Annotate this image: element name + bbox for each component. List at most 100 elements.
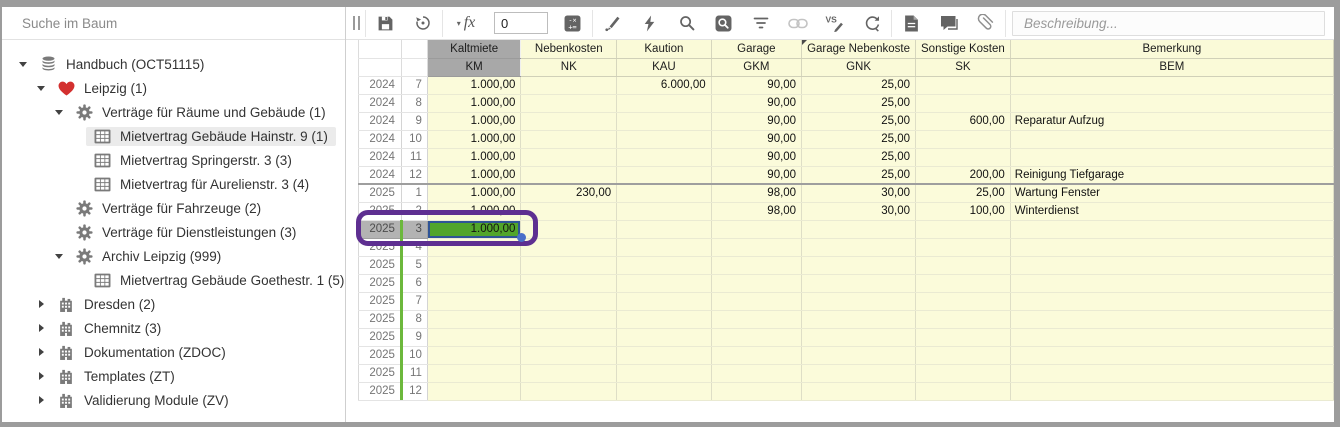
grid-cell[interactable] xyxy=(802,274,916,292)
row-header-year[interactable]: 2025 xyxy=(359,202,402,220)
grid-cell[interactable]: 230,00 xyxy=(521,184,617,202)
grid-cell[interactable] xyxy=(1010,292,1333,310)
grid-cell[interactable] xyxy=(916,256,1011,274)
value-input[interactable] xyxy=(494,12,548,34)
tree-item[interactable]: Verträge für Dienstleistungen (3) xyxy=(2,220,345,244)
quick-action-button[interactable] xyxy=(631,7,668,40)
grid-cell[interactable] xyxy=(916,130,1011,148)
refresh-button[interactable] xyxy=(853,7,890,40)
grid-cell[interactable]: 6.000,00 xyxy=(617,76,711,94)
grid-cell[interactable] xyxy=(617,382,711,400)
row-header-month[interactable]: 12 xyxy=(401,382,427,400)
grid-cell[interactable] xyxy=(1010,382,1333,400)
grid-cell[interactable]: 1.000,00 xyxy=(427,94,521,112)
column-code-KAU[interactable]: KAU xyxy=(617,58,711,76)
description-input[interactable] xyxy=(1012,11,1325,36)
grid-cell[interactable] xyxy=(1010,238,1333,256)
grid-cell[interactable] xyxy=(427,328,521,346)
row-header-year[interactable]: 2024 xyxy=(359,112,402,130)
grid-cell[interactable] xyxy=(617,184,711,202)
grid-cell[interactable]: 90,00 xyxy=(711,112,801,130)
grid-cell[interactable] xyxy=(1010,310,1333,328)
expander-right-icon[interactable] xyxy=(32,300,50,308)
expander-right-icon[interactable] xyxy=(32,372,50,380)
tree-item[interactable]: Dresden (2) xyxy=(2,292,345,316)
grid-cell[interactable] xyxy=(1010,148,1333,166)
search-in-grid-button[interactable] xyxy=(705,7,742,40)
search-button[interactable] xyxy=(668,7,705,40)
grid-cell[interactable]: 25,00 xyxy=(802,94,916,112)
column-code-NK[interactable]: NK xyxy=(521,58,617,76)
tree-item[interactable]: Archiv Leipzig (999) xyxy=(2,244,345,268)
grid-cell[interactable] xyxy=(521,202,617,220)
grid-cell[interactable] xyxy=(711,220,801,238)
grid-cell[interactable] xyxy=(916,76,1011,94)
grid-cell[interactable] xyxy=(521,166,617,184)
grid-cell[interactable]: 90,00 xyxy=(711,94,801,112)
expander-right-icon[interactable] xyxy=(32,348,50,356)
grid-cell[interactable] xyxy=(1010,76,1333,94)
grid-cell[interactable] xyxy=(427,382,521,400)
grid-cell[interactable]: 25,00 xyxy=(802,166,916,184)
tree-item[interactable]: Verträge für Räume und Gebäude (1) xyxy=(2,100,345,124)
tree-item[interactable]: Mietvertrag Gebäude Hainstr. 9 (1) xyxy=(2,124,345,148)
grid-cell[interactable] xyxy=(427,238,521,256)
grid-cell[interactable] xyxy=(711,364,801,382)
row-header-month[interactable]: 8 xyxy=(401,94,427,112)
grid-cell[interactable] xyxy=(617,148,711,166)
grid-cell[interactable] xyxy=(617,256,711,274)
grid-cell[interactable] xyxy=(521,364,617,382)
grid-cell[interactable] xyxy=(521,382,617,400)
row-header-year[interactable]: 2025 xyxy=(359,364,402,382)
grid-cell[interactable] xyxy=(711,274,801,292)
grid-cell[interactable] xyxy=(617,310,711,328)
row-header-year[interactable]: 2025 xyxy=(359,292,402,310)
row-header-month[interactable]: 11 xyxy=(401,148,427,166)
edit-pen-button[interactable] xyxy=(594,7,631,40)
column-code-KM[interactable]: KM xyxy=(427,58,521,76)
tree-item[interactable]: Dokumentation (ZDOC) xyxy=(2,340,345,364)
expander-down-icon[interactable] xyxy=(32,86,50,91)
row-header-month[interactable]: 1 xyxy=(401,184,427,202)
grid-cell[interactable] xyxy=(802,346,916,364)
filter-button[interactable] xyxy=(742,7,779,40)
column-header-GKM[interactable]: Garage xyxy=(711,40,801,58)
grid-cell[interactable] xyxy=(427,256,521,274)
row-header-year[interactable]: 2024 xyxy=(359,130,402,148)
tree-item[interactable]: Handbuch (OCT51115) xyxy=(2,52,345,76)
row-header-year[interactable]: 2025 xyxy=(359,310,402,328)
grid-cell[interactable] xyxy=(711,256,801,274)
tree-item[interactable]: Validierung Module (ZV) xyxy=(2,388,345,412)
grid-cell[interactable]: 1.000,00 xyxy=(427,202,521,220)
grid-cell[interactable] xyxy=(617,166,711,184)
panel-splitter-handle[interactable] xyxy=(348,7,364,40)
grid-cell[interactable]: 1.000,00 xyxy=(427,184,521,202)
row-header-month[interactable]: 8 xyxy=(401,310,427,328)
expander-down-icon[interactable] xyxy=(14,62,32,67)
column-header-NK[interactable]: Nebenkosten xyxy=(521,40,617,58)
tree-item[interactable]: Templates (ZT) xyxy=(2,364,345,388)
grid-cell[interactable] xyxy=(521,292,617,310)
row-header-year[interactable]: 2025 xyxy=(359,220,402,238)
grid-cell[interactable] xyxy=(711,238,801,256)
row-header-year[interactable]: 2025 xyxy=(359,346,402,364)
column-header-SK[interactable]: Sonstige Kosten xyxy=(916,40,1011,58)
grid-cell[interactable]: 90,00 xyxy=(711,148,801,166)
grid-cell[interactable]: Reparatur Aufzug xyxy=(1010,112,1333,130)
grid-cell[interactable]: 30,00 xyxy=(802,184,916,202)
grid-cell[interactable] xyxy=(916,310,1011,328)
grid-cell[interactable]: 200,00 xyxy=(916,166,1011,184)
grid-cell[interactable]: 25,00 xyxy=(802,76,916,94)
grid-cell[interactable]: Winterdienst xyxy=(1010,202,1333,220)
row-header-month[interactable]: 6 xyxy=(401,274,427,292)
grid-cell[interactable] xyxy=(916,328,1011,346)
row-header-month[interactable]: 5 xyxy=(401,256,427,274)
grid-cell[interactable] xyxy=(617,220,711,238)
grid-cell[interactable]: 1.000,00 xyxy=(427,148,521,166)
grid-cell[interactable] xyxy=(617,202,711,220)
row-header-month[interactable]: 10 xyxy=(401,130,427,148)
grid-cell[interactable] xyxy=(617,346,711,364)
grid-cell[interactable] xyxy=(427,310,521,328)
grid-cell[interactable] xyxy=(617,364,711,382)
grid-cell[interactable] xyxy=(617,292,711,310)
